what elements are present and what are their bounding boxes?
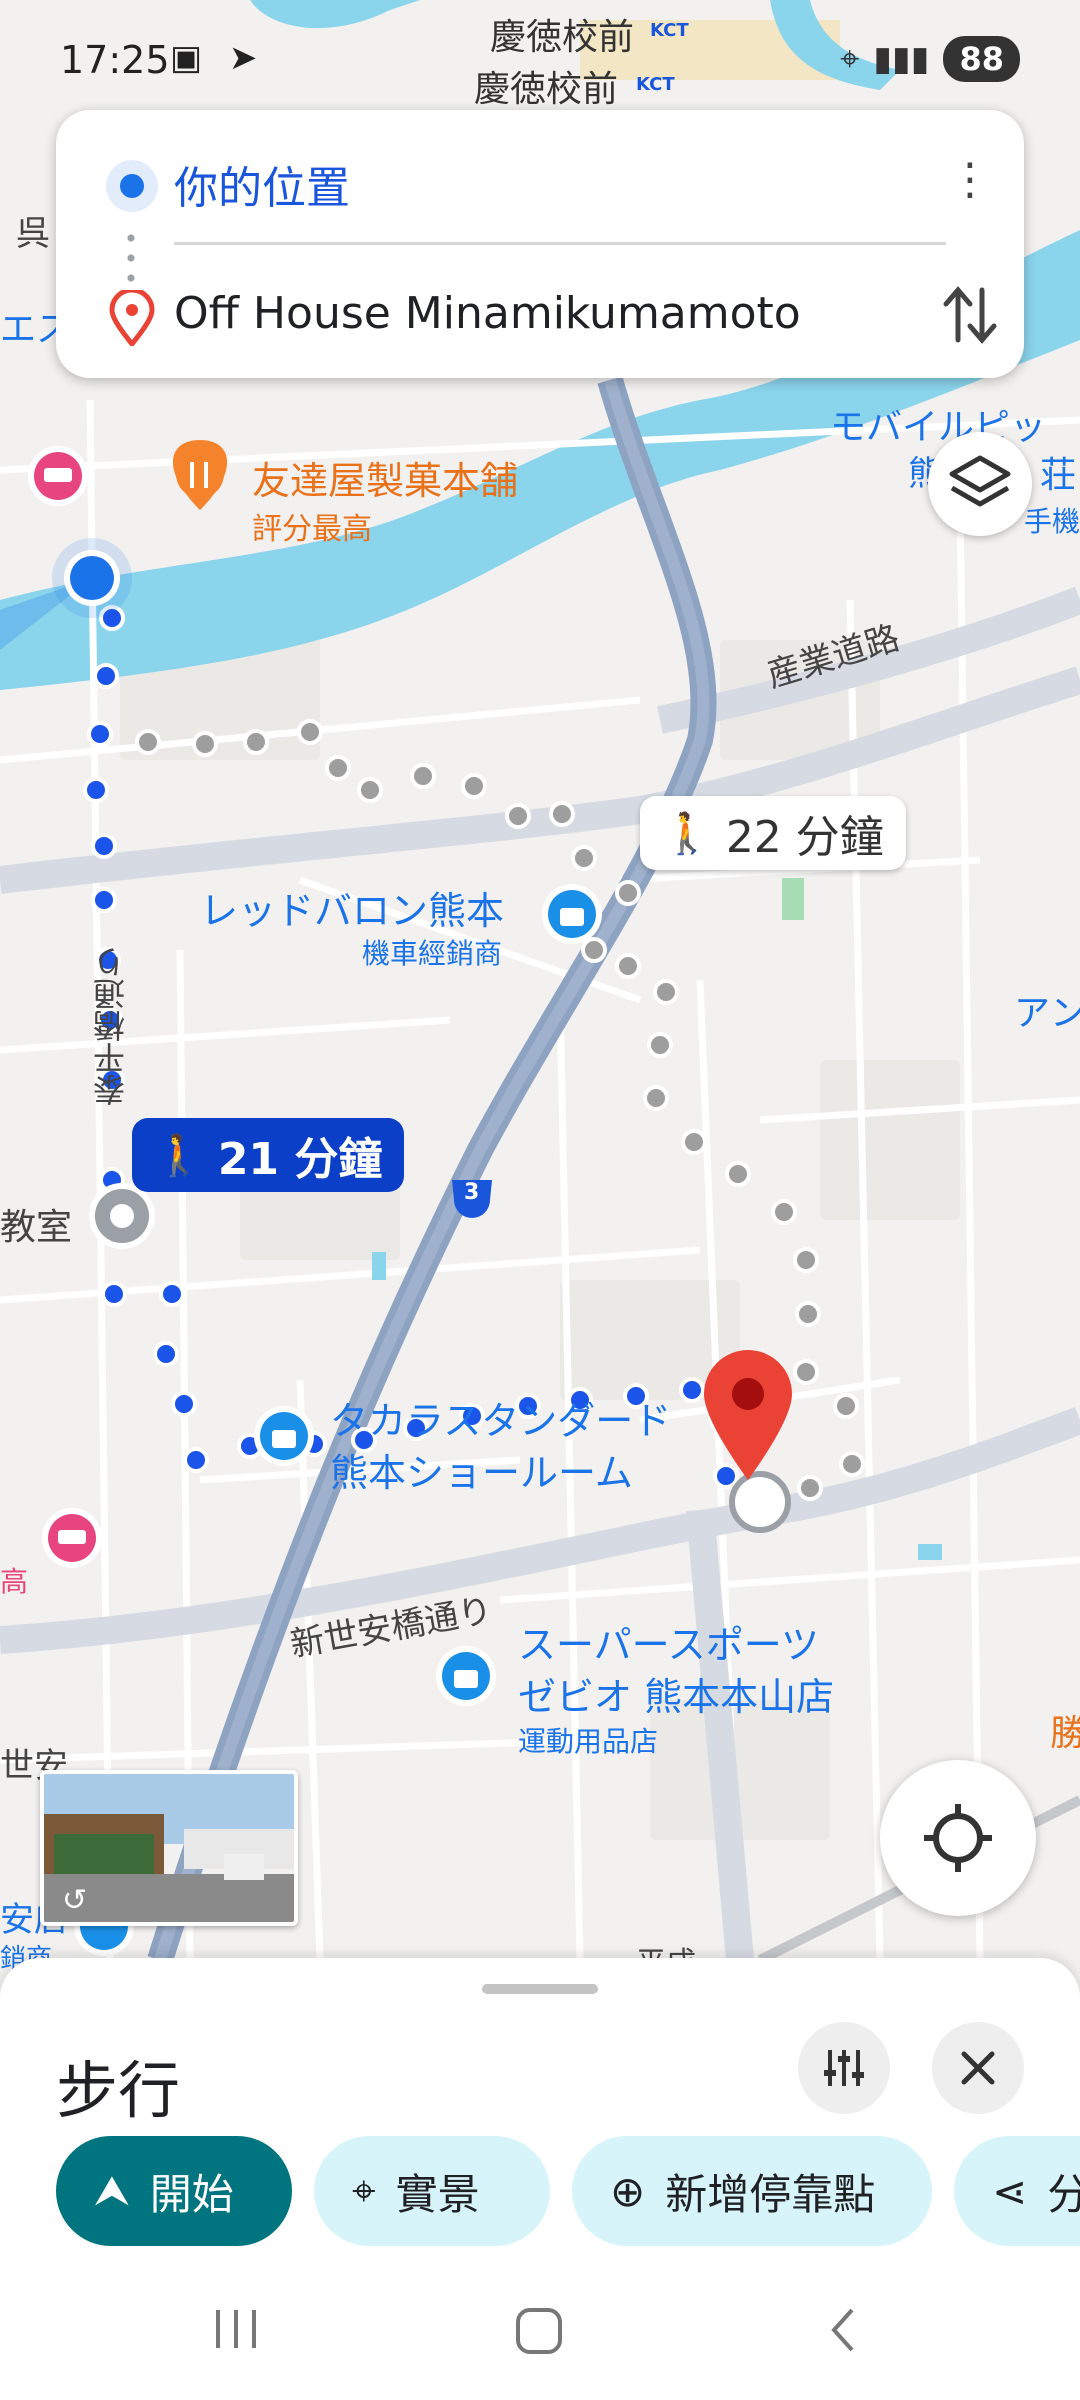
swap-direction-icon[interactable] [940, 280, 1000, 350]
street-view-thumbnail[interactable]: ↺ [40, 1770, 298, 1926]
selected-route-duration[interactable]: 🚶 21 分鐘 [132, 1118, 405, 1192]
poi-shop-icon[interactable] [542, 884, 602, 944]
map-label-fragment: 勝 [1050, 1713, 1080, 1754]
close-icon [961, 2051, 995, 2085]
sheet-drag-handle[interactable] [482, 1984, 598, 1994]
poi-hotel-icon[interactable] [28, 446, 88, 506]
route-connector-dots [126, 228, 136, 288]
map-label-takara[interactable]: タカラスタンダード [330, 1390, 671, 1445]
start-navigation-button[interactable]: ⮝ 開始 [56, 2136, 292, 2246]
origin-field[interactable]: 你的位置 [174, 152, 350, 216]
map-label-super-sports[interactable]: スーパースポーツ [518, 1614, 819, 1669]
share-icon: ⋖ [992, 2166, 1028, 2216]
map-label-takara[interactable]: 熊本ショールーム [330, 1442, 633, 1497]
live-view-icon: ⌖ [352, 2166, 376, 2215]
map-label-fragment: 荘 [1040, 455, 1077, 496]
route-waypoint-marker [89, 1183, 155, 1249]
destination-field[interactable]: Off House Minamikumamoto [174, 288, 801, 339]
travel-mode-title: 步行 [56, 2054, 181, 2127]
route-options-button[interactable] [798, 2022, 890, 2114]
layers-icon [949, 455, 1011, 507]
battery-indicator: 88 [943, 36, 1020, 82]
directions-card: 你的位置 Off House Minamikumamoto ⋮ [56, 110, 1024, 378]
add-stop-button[interactable]: ⊕ 新增停靠點 [572, 2136, 932, 2246]
walk-icon: 🚶 [662, 810, 712, 857]
map-label-fragment: 手機 [1024, 505, 1080, 538]
tune-icon [824, 2050, 864, 2086]
field-divider [174, 242, 946, 245]
status-notification-icons: ▣ ➤ [170, 38, 266, 78]
poi-shop-icon[interactable] [436, 1646, 496, 1706]
recent-apps-icon[interactable] [216, 2310, 256, 2348]
poi-shop-icon[interactable] [254, 1406, 314, 1466]
map-label-taihei-street: 泰平橋通り [92, 946, 130, 1106]
more-options-icon[interactable]: ⋮ [940, 150, 1000, 210]
navigation-arrow-icon: ⮝ [94, 2166, 130, 2215]
alternate-route-duration[interactable]: 🚶 22 分鐘 [640, 796, 906, 870]
street-view-icon: ↺ [62, 1883, 88, 1918]
map-label-tomodachi-sub: 評分最高 [252, 512, 372, 547]
crosshair-icon [924, 1804, 992, 1872]
map-label-fragment: アン [1014, 993, 1080, 1034]
status-time: 17:25 [60, 38, 170, 82]
map-label-super-sports[interactable]: ゼビオ 熊本本山店 [518, 1666, 834, 1721]
signal-icon: ▮▮▮ [873, 39, 930, 79]
map-label-fragment: 呉 [16, 214, 50, 254]
status-bar: 17:25 ▣ ➤ ⌖ ▮▮▮ 88 [0, 0, 1080, 120]
map-label-fragment: 教室 [0, 1207, 73, 1248]
map-label-tomodachi[interactable]: 友達屋製菓本舗 [252, 450, 518, 505]
route-3-number: 3 [464, 1180, 480, 1205]
back-icon[interactable] [831, 2308, 854, 2352]
live-view-button[interactable]: ⌖ 實景 [314, 2136, 550, 2246]
system-navigation-bar [216, 2308, 854, 2354]
home-icon[interactable] [516, 2308, 562, 2354]
close-button[interactable] [932, 2022, 1024, 2114]
status-right-icons: ⌖ ▮▮▮ 88 [840, 36, 1020, 82]
share-button[interactable]: ⋖ 分 [954, 2136, 1080, 2246]
origin-dot-icon [106, 160, 158, 212]
action-chips: ⮝ 開始 ⌖ 實景 ⊕ 新增停靠點 ⋖ 分 [56, 2136, 1080, 2250]
layers-button[interactable] [928, 432, 1032, 536]
map-label-super-sports-sub: 運動用品店 [518, 1725, 659, 1758]
map-label-red-baron-sub: 機車經銷商 [362, 937, 503, 970]
walk-icon: 🚶 [154, 1132, 204, 1179]
my-location-button[interactable] [880, 1760, 1036, 1916]
map-label-red-baron[interactable]: レッドバロン熊本 [200, 880, 504, 935]
location-status-icon: ⌖ [840, 39, 860, 79]
map-label-fragment: 高 [0, 1565, 29, 1598]
add-stop-icon: ⊕ [610, 2166, 646, 2216]
poi-hotel-icon[interactable] [42, 1508, 102, 1568]
destination-pin-icon [109, 290, 155, 346]
